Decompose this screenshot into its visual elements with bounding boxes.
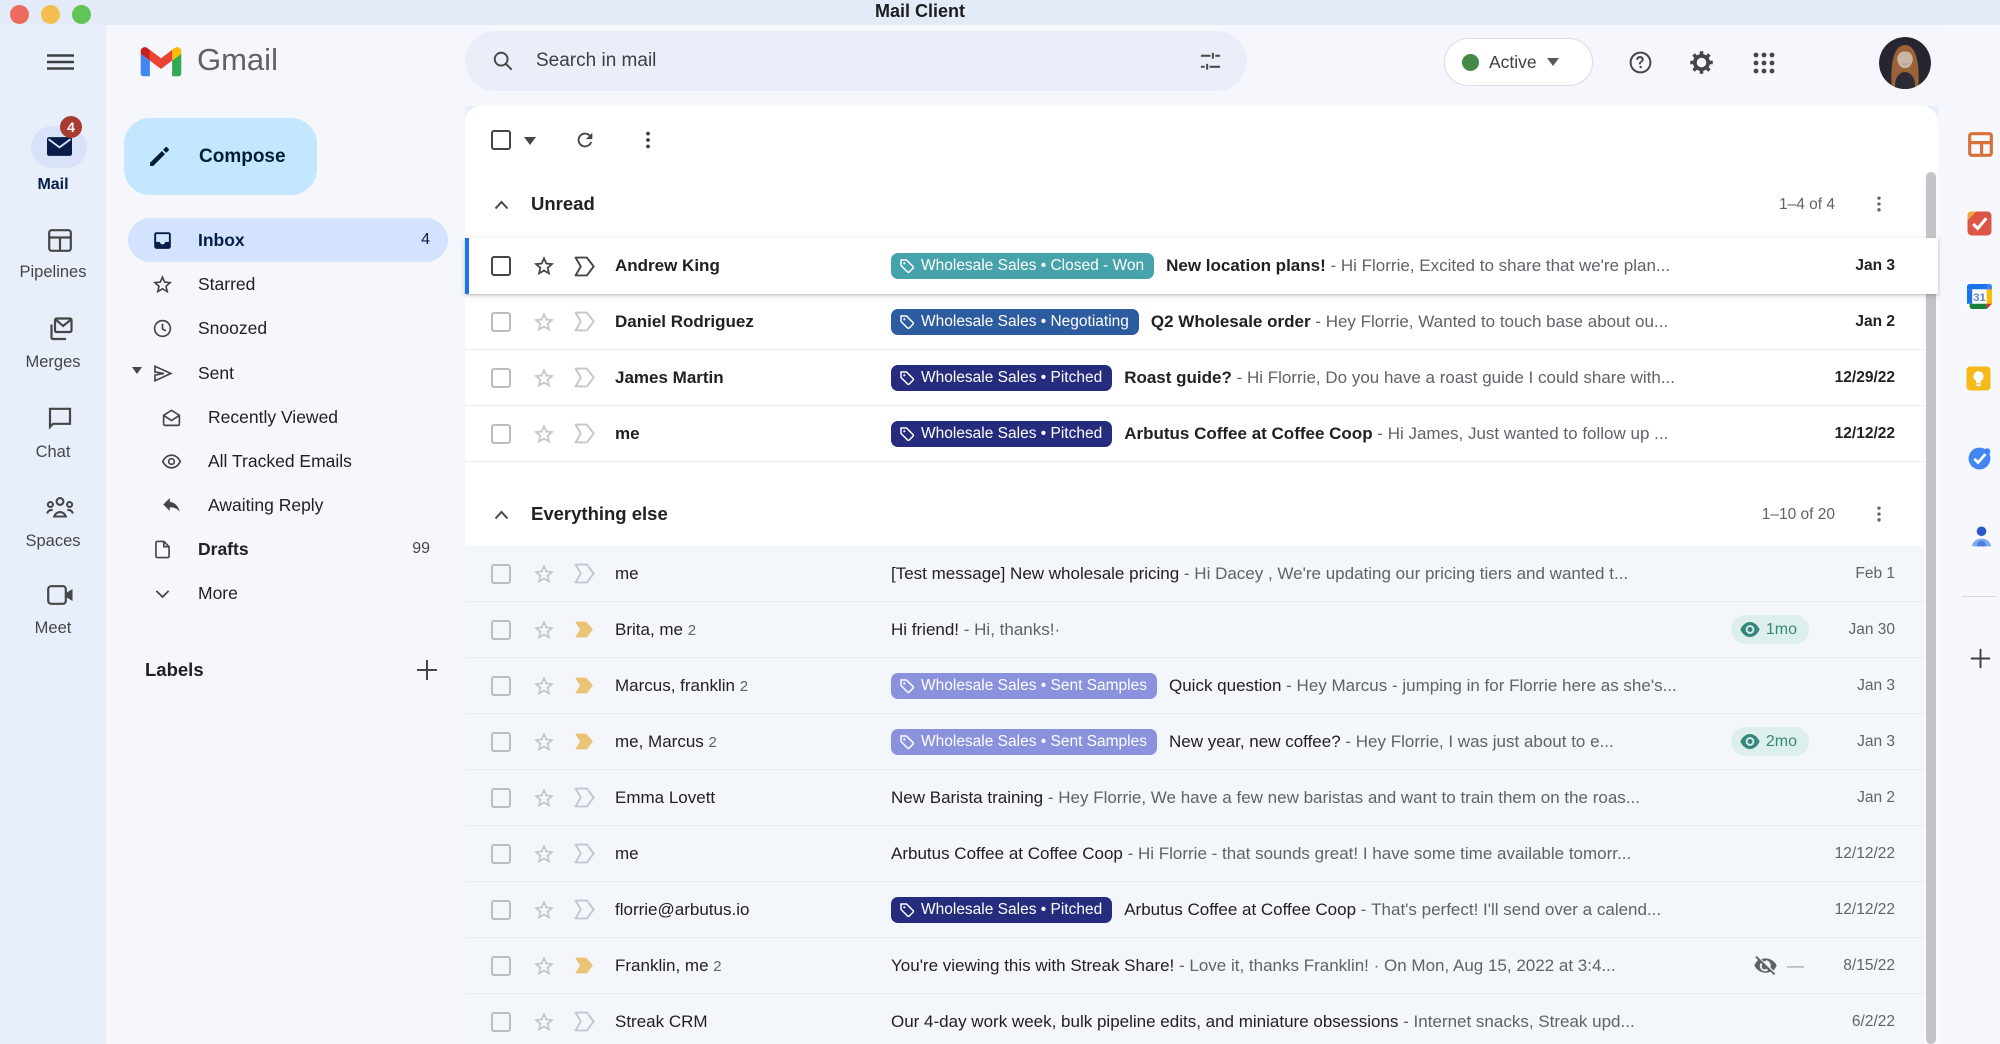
svg-text:31: 31	[1973, 292, 1986, 304]
